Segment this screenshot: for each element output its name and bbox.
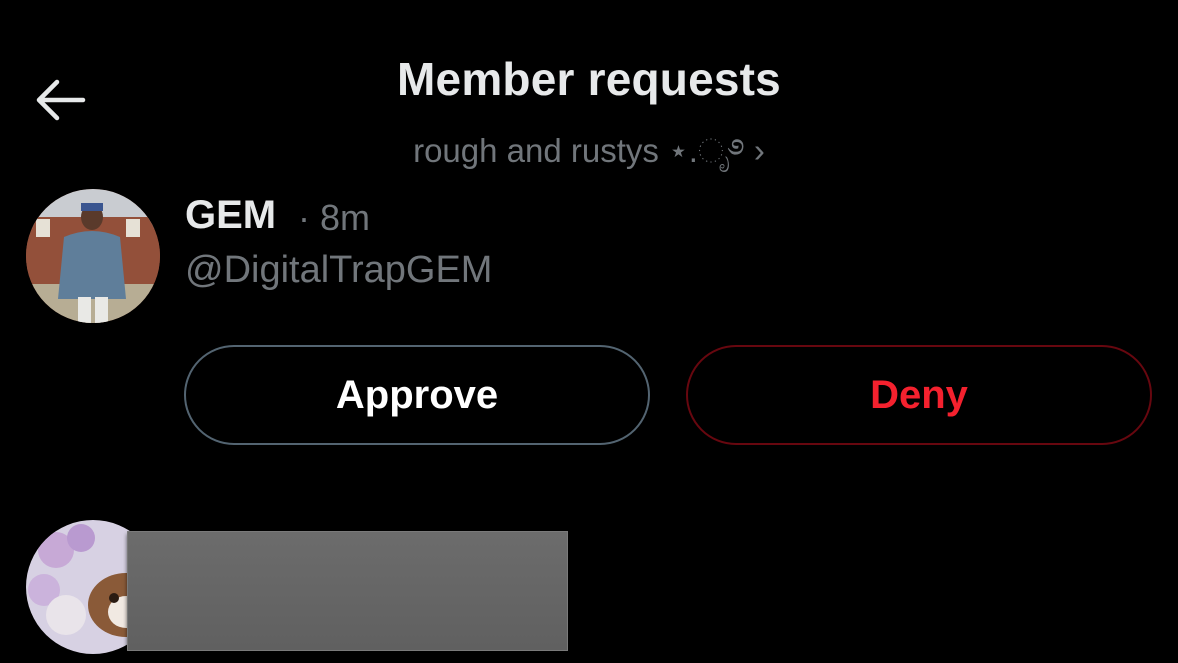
request-timestamp: · 8m <box>298 197 370 238</box>
page-title: Member requests <box>397 53 781 105</box>
redaction-overlay <box>127 531 568 651</box>
user-display-name[interactable]: GEM <box>185 193 276 238</box>
approve-button[interactable]: Approve <box>184 345 650 445</box>
deny-button[interactable]: Deny <box>686 345 1152 445</box>
community-name-link[interactable]: rough and rustys ⋆.ೃ࿔ › <box>0 114 1178 207</box>
avatar[interactable] <box>26 189 160 323</box>
user-handle[interactable]: @DigitalTrapGEM <box>185 249 492 292</box>
